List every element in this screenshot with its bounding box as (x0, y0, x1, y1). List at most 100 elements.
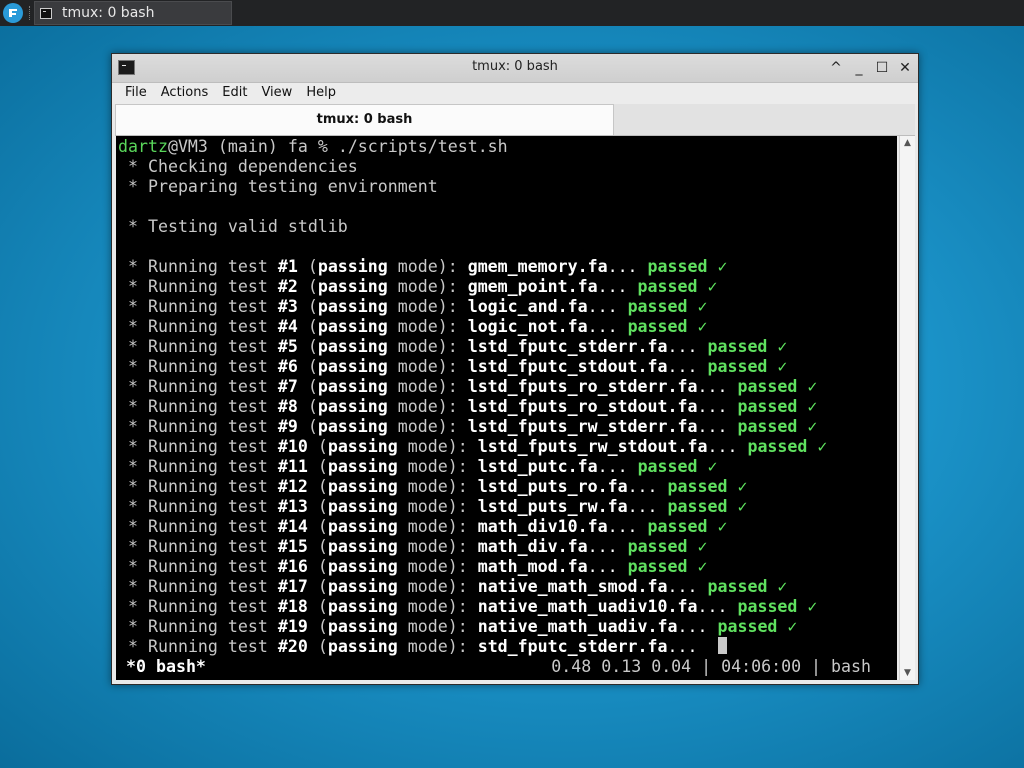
test-mode-tail: mode): (397, 617, 478, 636)
scroll-down-icon[interactable]: ▼ (900, 666, 915, 680)
test-running-label: Running test (147, 457, 278, 476)
test-mode: passing (317, 397, 388, 416)
test-number: #19 (277, 617, 308, 636)
test-dots: ... (697, 377, 738, 396)
test-running-label: Running test (147, 297, 278, 316)
test-result: passed ✓ (737, 377, 818, 396)
menu-edit[interactable]: Edit (215, 83, 254, 104)
test-line: * Running test #6 (passing mode): lstd_f… (116, 357, 897, 377)
test-mode: passing (327, 517, 398, 536)
test-bullet: * (118, 477, 148, 496)
tab-tmux[interactable]: tmux: 0 bash (115, 104, 614, 135)
test-file: lstd_fputc_stdout.fa (467, 357, 668, 376)
test-mode: passing (327, 537, 398, 556)
test-line: * Running test #19 (passing mode): nativ… (116, 617, 897, 637)
menu-view[interactable]: View (254, 83, 299, 104)
test-line: * Running test #2 (passing mode): gmem_p… (116, 277, 897, 297)
test-result: passed ✓ (627, 537, 708, 556)
close-button[interactable]: ✕ (895, 58, 915, 78)
message-line (116, 197, 897, 217)
test-number: #4 (277, 317, 298, 336)
maximize-button[interactable]: ☐ (872, 58, 892, 78)
test-number: #14 (277, 517, 308, 536)
prompt-user: dartz (118, 137, 168, 156)
test-file: gmem_point.fa (467, 277, 598, 296)
menubar: File Actions Edit View Help (112, 83, 918, 104)
test-number: #12 (277, 477, 308, 496)
taskbar: tmux: 0 bash (0, 0, 1024, 26)
test-paren: ( (307, 517, 328, 536)
test-line: * Running test #4 (passing mode): logic_… (116, 317, 897, 337)
test-mode: passing (327, 477, 398, 496)
test-mode: passing (327, 597, 398, 616)
test-line: * Running test #18 (passing mode): nativ… (116, 597, 897, 617)
test-number: #17 (277, 577, 308, 596)
test-mode-tail: mode): (397, 517, 478, 536)
test-mode-tail: mode): (387, 357, 468, 376)
test-bullet: * (118, 397, 148, 416)
test-line: * Running test #14 (passing mode): math_… (116, 517, 897, 537)
test-paren: ( (297, 377, 318, 396)
test-file: math_div.fa (477, 537, 588, 556)
test-number: #7 (277, 377, 298, 396)
minimize-button[interactable]: _ (849, 58, 869, 78)
test-running-label: Running test (147, 377, 278, 396)
test-file: lstd_puts_rw.fa (477, 497, 628, 516)
test-running-label: Running test (147, 277, 278, 296)
test-file: logic_and.fa (467, 297, 588, 316)
test-running-label: Running test (147, 577, 278, 596)
test-mode: passing (327, 437, 398, 456)
menu-actions[interactable]: Actions (154, 83, 216, 104)
test-result: passed ✓ (707, 337, 788, 356)
test-lines: * Running test #1 (passing mode): gmem_m… (116, 257, 897, 657)
test-line: * Running test #12 (passing mode): lstd_… (116, 477, 897, 497)
test-dots: ... (587, 317, 628, 336)
test-dots: ... (627, 497, 668, 516)
test-bullet: * (118, 557, 148, 576)
taskbar-task-label: tmux: 0 bash (62, 5, 155, 21)
message-line: * Checking dependencies (118, 157, 358, 176)
scroll-up-icon[interactable]: ▲ (900, 136, 915, 150)
scrollbar[interactable]: ▲ ▼ (899, 136, 915, 680)
test-mode-tail: mode): (387, 277, 468, 296)
test-mode-tail: mode): (397, 637, 478, 656)
test-line: * Running test #15 (passing mode): math_… (116, 537, 897, 557)
test-dots: ... (607, 517, 648, 536)
test-number: #8 (277, 397, 298, 416)
test-bullet: * (118, 437, 148, 456)
window-title: tmux: 0 bash (472, 59, 558, 74)
keep-above-button[interactable]: ^ (826, 58, 846, 78)
test-number: #6 (277, 357, 298, 376)
test-result: passed ✓ (647, 517, 728, 536)
test-bullet: * (118, 317, 148, 336)
test-line: * Running test #1 (passing mode): gmem_m… (116, 257, 897, 277)
test-dots: ... (697, 597, 738, 616)
test-dots: ... (627, 477, 668, 496)
test-running-label: Running test (147, 337, 278, 356)
taskbar-task-tmux[interactable]: tmux: 0 bash (34, 1, 232, 25)
test-running-label: Running test (147, 637, 278, 656)
test-mode-tail: mode): (397, 437, 478, 456)
test-bullet: * (118, 257, 148, 276)
test-dots: ... (697, 397, 738, 416)
start-menu-icon[interactable] (3, 3, 23, 23)
test-mode-tail: mode): (397, 537, 478, 556)
message-lines: * Checking dependencies * Preparing test… (116, 157, 897, 257)
test-bullet: * (118, 377, 148, 396)
test-mode-tail: mode): (387, 337, 468, 356)
test-number: #13 (277, 497, 308, 516)
test-paren: ( (307, 537, 328, 556)
test-mode: passing (317, 337, 388, 356)
test-number: #15 (277, 537, 308, 556)
menu-help[interactable]: Help (299, 83, 343, 104)
test-dots: ... (587, 297, 628, 316)
menu-file[interactable]: File (112, 83, 154, 104)
test-paren: ( (307, 477, 328, 496)
window-titlebar[interactable]: tmux: 0 bash ^ _ ☐ ✕ (112, 54, 918, 83)
test-line: * Running test #10 (passing mode): lstd_… (116, 437, 897, 457)
test-paren: ( (307, 497, 328, 516)
test-paren: ( (307, 577, 328, 596)
test-file: lstd_fputs_rw_stdout.fa (477, 437, 708, 456)
terminal-output[interactable]: dartz@VM3 (main) fa % ./scripts/test.sh … (116, 136, 897, 680)
test-line: * Running test #11 (passing mode): lstd_… (116, 457, 897, 477)
